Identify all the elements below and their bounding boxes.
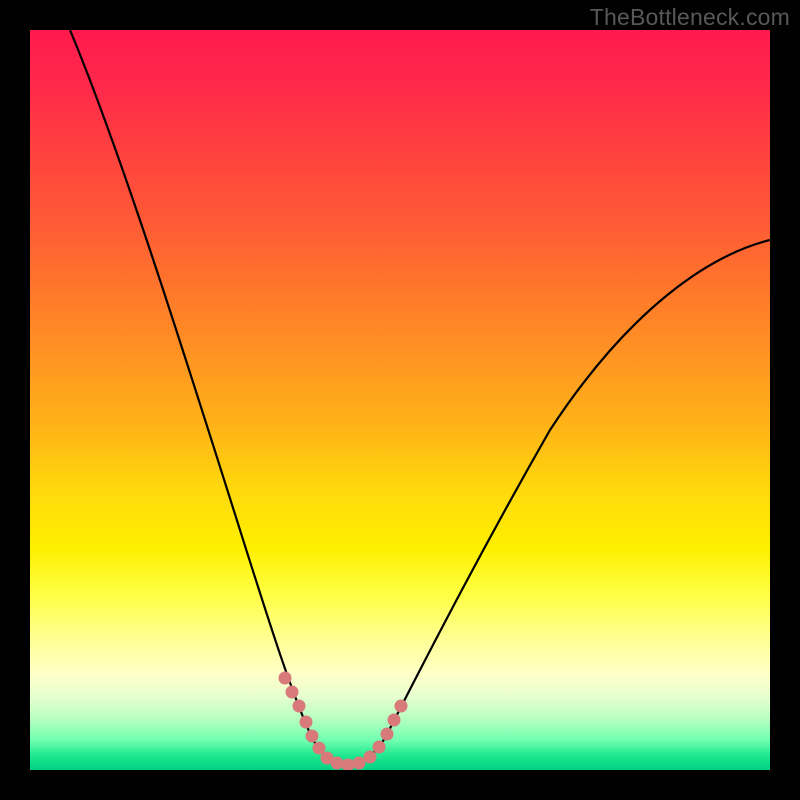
- marker-dot: [331, 757, 344, 770]
- marker-dot: [364, 751, 377, 764]
- marker-dot: [286, 686, 299, 699]
- curve-svg: [30, 30, 770, 770]
- marker-dot: [306, 730, 319, 743]
- marker-dot: [293, 700, 306, 713]
- marker-dot: [373, 741, 386, 754]
- marker-dot: [279, 672, 292, 685]
- marker-dot: [300, 716, 313, 729]
- marker-dot: [381, 728, 394, 741]
- marker-dot: [395, 700, 408, 713]
- chart-frame: TheBottleneck.com: [0, 0, 800, 800]
- plot-area: [30, 30, 770, 770]
- marker-dot: [342, 759, 355, 771]
- marker-dot: [388, 714, 401, 727]
- trough-markers: [279, 672, 408, 771]
- bottleneck-curve: [70, 30, 770, 765]
- watermark-text: TheBottleneck.com: [590, 4, 790, 31]
- marker-dot: [353, 757, 366, 770]
